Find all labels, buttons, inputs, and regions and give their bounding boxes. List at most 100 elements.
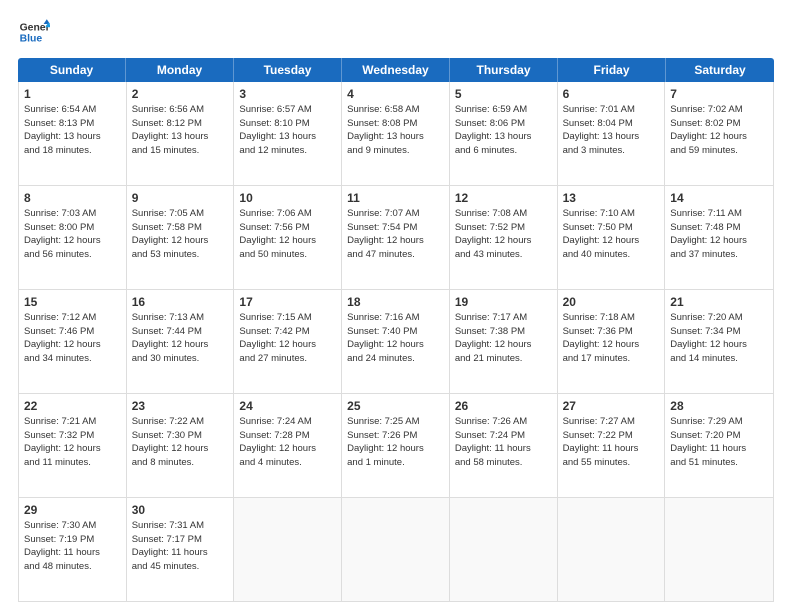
day-number: 2 bbox=[132, 86, 229, 102]
day-number: 25 bbox=[347, 398, 444, 414]
cell-info: Sunrise: 7:17 AM Sunset: 7:38 PM Dayligh… bbox=[455, 312, 532, 364]
day-number: 26 bbox=[455, 398, 552, 414]
calendar-cell: 26 Sunrise: 7:26 AM Sunset: 7:24 PM Dayli… bbox=[450, 394, 558, 497]
calendar-cell: 16 Sunrise: 7:13 AM Sunset: 7:44 PM Dayli… bbox=[127, 290, 235, 393]
cell-info: Sunrise: 7:20 AM Sunset: 7:34 PM Dayligh… bbox=[670, 312, 747, 364]
day-number: 30 bbox=[132, 502, 229, 518]
cell-info: Sunrise: 7:13 AM Sunset: 7:44 PM Dayligh… bbox=[132, 312, 209, 364]
day-number: 24 bbox=[239, 398, 336, 414]
cell-info: Sunrise: 6:57 AM Sunset: 8:10 PM Dayligh… bbox=[239, 104, 316, 156]
day-number: 19 bbox=[455, 294, 552, 310]
calendar-cell: 10 Sunrise: 7:06 AM Sunset: 7:56 PM Dayli… bbox=[234, 186, 342, 289]
day-number: 5 bbox=[455, 86, 552, 102]
calendar-cell: 11 Sunrise: 7:07 AM Sunset: 7:54 PM Dayli… bbox=[342, 186, 450, 289]
cell-info: Sunrise: 7:07 AM Sunset: 7:54 PM Dayligh… bbox=[347, 208, 424, 260]
cell-info: Sunrise: 7:16 AM Sunset: 7:40 PM Dayligh… bbox=[347, 312, 424, 364]
day-number: 12 bbox=[455, 190, 552, 206]
cell-info: Sunrise: 7:02 AM Sunset: 8:02 PM Dayligh… bbox=[670, 104, 747, 156]
logo: General Blue bbox=[18, 16, 50, 48]
header-day-tuesday: Tuesday bbox=[234, 58, 342, 82]
cell-info: Sunrise: 7:12 AM Sunset: 7:46 PM Dayligh… bbox=[24, 312, 101, 364]
cell-info: Sunrise: 7:01 AM Sunset: 8:04 PM Dayligh… bbox=[563, 104, 640, 156]
day-number: 13 bbox=[563, 190, 660, 206]
calendar-cell bbox=[342, 498, 450, 601]
calendar-cell: 21Sunrise: 7:20 AM Sunset: 7:34 PM Dayli… bbox=[665, 290, 773, 393]
cell-info: Sunrise: 7:05 AM Sunset: 7:58 PM Dayligh… bbox=[132, 208, 209, 260]
header-day-friday: Friday bbox=[558, 58, 666, 82]
calendar-cell: 14 Sunrise: 7:11 AM Sunset: 7:48 PM Dayli… bbox=[665, 186, 773, 289]
calendar-cell bbox=[665, 498, 773, 601]
calendar-cell: 20 Sunrise: 7:18 AM Sunset: 7:36 PM Dayli… bbox=[558, 290, 666, 393]
calendar-cell: 29Sunrise: 7:30 AM Sunset: 7:19 PM Dayli… bbox=[19, 498, 127, 601]
day-number: 20 bbox=[563, 294, 660, 310]
calendar-cell: 19 Sunrise: 7:17 AM Sunset: 7:38 PM Dayli… bbox=[450, 290, 558, 393]
cell-info: Sunrise: 7:11 AM Sunset: 7:48 PM Dayligh… bbox=[670, 208, 747, 260]
calendar-cell: 18Sunrise: 7:16 AM Sunset: 7:40 PM Dayli… bbox=[342, 290, 450, 393]
calendar-cell: 24 Sunrise: 7:24 AM Sunset: 7:28 PM Dayli… bbox=[234, 394, 342, 497]
day-number: 28 bbox=[670, 398, 768, 414]
calendar-body: 1 Sunrise: 6:54 AM Sunset: 8:13 PM Daylig… bbox=[18, 82, 774, 602]
day-number: 3 bbox=[239, 86, 336, 102]
day-number: 7 bbox=[670, 86, 768, 102]
calendar-cell: 17Sunrise: 7:15 AM Sunset: 7:42 PM Dayli… bbox=[234, 290, 342, 393]
cell-info: Sunrise: 7:08 AM Sunset: 7:52 PM Dayligh… bbox=[455, 208, 532, 260]
cell-info: Sunrise: 7:29 AM Sunset: 7:20 PM Dayligh… bbox=[670, 416, 746, 468]
day-number: 17 bbox=[239, 294, 336, 310]
calendar-cell: 13 Sunrise: 7:10 AM Sunset: 7:50 PM Dayli… bbox=[558, 186, 666, 289]
header: General Blue bbox=[18, 16, 774, 48]
calendar-cell: 9 Sunrise: 7:05 AM Sunset: 7:58 PM Daylig… bbox=[127, 186, 235, 289]
day-number: 10 bbox=[239, 190, 336, 206]
calendar-cell: 23 Sunrise: 7:22 AM Sunset: 7:30 PM Dayli… bbox=[127, 394, 235, 497]
cell-info: Sunrise: 7:27 AM Sunset: 7:22 PM Dayligh… bbox=[563, 416, 639, 468]
header-day-saturday: Saturday bbox=[666, 58, 774, 82]
calendar: SundayMondayTuesdayWednesdayThursdayFrid… bbox=[18, 58, 774, 602]
calendar-cell: 12 Sunrise: 7:08 AM Sunset: 7:52 PM Dayli… bbox=[450, 186, 558, 289]
cell-info: Sunrise: 7:25 AM Sunset: 7:26 PM Dayligh… bbox=[347, 416, 424, 468]
cell-info: Sunrise: 7:18 AM Sunset: 7:36 PM Dayligh… bbox=[563, 312, 640, 364]
calendar-cell: 2 Sunrise: 6:56 AM Sunset: 8:12 PM Daylig… bbox=[127, 82, 235, 185]
calendar-cell: 3 Sunrise: 6:57 AM Sunset: 8:10 PM Daylig… bbox=[234, 82, 342, 185]
calendar-cell bbox=[450, 498, 558, 601]
calendar-cell: 15 Sunrise: 7:12 AM Sunset: 7:46 PM Dayli… bbox=[19, 290, 127, 393]
header-day-thursday: Thursday bbox=[450, 58, 558, 82]
cell-info: Sunrise: 6:54 AM Sunset: 8:13 PM Dayligh… bbox=[24, 104, 101, 156]
calendar-cell: 8Sunrise: 7:03 AM Sunset: 8:00 PM Daylig… bbox=[19, 186, 127, 289]
calendar-week-1: 1 Sunrise: 6:54 AM Sunset: 8:13 PM Daylig… bbox=[19, 82, 773, 186]
header-day-wednesday: Wednesday bbox=[342, 58, 450, 82]
cell-info: Sunrise: 7:06 AM Sunset: 7:56 PM Dayligh… bbox=[239, 208, 316, 260]
calendar-header: SundayMondayTuesdayWednesdayThursdayFrid… bbox=[18, 58, 774, 82]
cell-info: Sunrise: 7:10 AM Sunset: 7:50 PM Dayligh… bbox=[563, 208, 640, 260]
svg-text:General: General bbox=[20, 22, 50, 33]
logo-icon: General Blue bbox=[18, 16, 50, 48]
calendar-cell: 5 Sunrise: 6:59 AM Sunset: 8:06 PM Daylig… bbox=[450, 82, 558, 185]
day-number: 23 bbox=[132, 398, 229, 414]
day-number: 14 bbox=[670, 190, 768, 206]
cell-info: Sunrise: 7:24 AM Sunset: 7:28 PM Dayligh… bbox=[239, 416, 316, 468]
cell-info: Sunrise: 6:58 AM Sunset: 8:08 PM Dayligh… bbox=[347, 104, 424, 156]
calendar-week-2: 8Sunrise: 7:03 AM Sunset: 8:00 PM Daylig… bbox=[19, 186, 773, 290]
cell-info: Sunrise: 6:56 AM Sunset: 8:12 PM Dayligh… bbox=[132, 104, 209, 156]
cell-info: Sunrise: 7:26 AM Sunset: 7:24 PM Dayligh… bbox=[455, 416, 531, 468]
day-number: 22 bbox=[24, 398, 121, 414]
cell-info: Sunrise: 6:59 AM Sunset: 8:06 PM Dayligh… bbox=[455, 104, 532, 156]
header-day-monday: Monday bbox=[126, 58, 234, 82]
calendar-cell: 1 Sunrise: 6:54 AM Sunset: 8:13 PM Daylig… bbox=[19, 82, 127, 185]
header-day-sunday: Sunday bbox=[18, 58, 126, 82]
day-number: 9 bbox=[132, 190, 229, 206]
cell-info: Sunrise: 7:30 AM Sunset: 7:19 PM Dayligh… bbox=[24, 520, 100, 572]
day-number: 4 bbox=[347, 86, 444, 102]
calendar-cell: 25 Sunrise: 7:25 AM Sunset: 7:26 PM Dayli… bbox=[342, 394, 450, 497]
calendar-cell: 7 Sunrise: 7:02 AM Sunset: 8:02 PM Daylig… bbox=[665, 82, 773, 185]
day-number: 11 bbox=[347, 190, 444, 206]
day-number: 6 bbox=[563, 86, 660, 102]
day-number: 1 bbox=[24, 86, 121, 102]
calendar-week-5: 29Sunrise: 7:30 AM Sunset: 7:19 PM Dayli… bbox=[19, 498, 773, 601]
calendar-week-3: 15 Sunrise: 7:12 AM Sunset: 7:46 PM Dayli… bbox=[19, 290, 773, 394]
day-number: 15 bbox=[24, 294, 121, 310]
calendar-cell: 28 Sunrise: 7:29 AM Sunset: 7:20 PM Dayli… bbox=[665, 394, 773, 497]
day-number: 27 bbox=[563, 398, 660, 414]
day-number: 16 bbox=[132, 294, 229, 310]
cell-info: Sunrise: 7:22 AM Sunset: 7:30 PM Dayligh… bbox=[132, 416, 209, 468]
day-number: 8 bbox=[24, 190, 121, 206]
cell-info: Sunrise: 7:31 AM Sunset: 7:17 PM Dayligh… bbox=[132, 520, 208, 572]
